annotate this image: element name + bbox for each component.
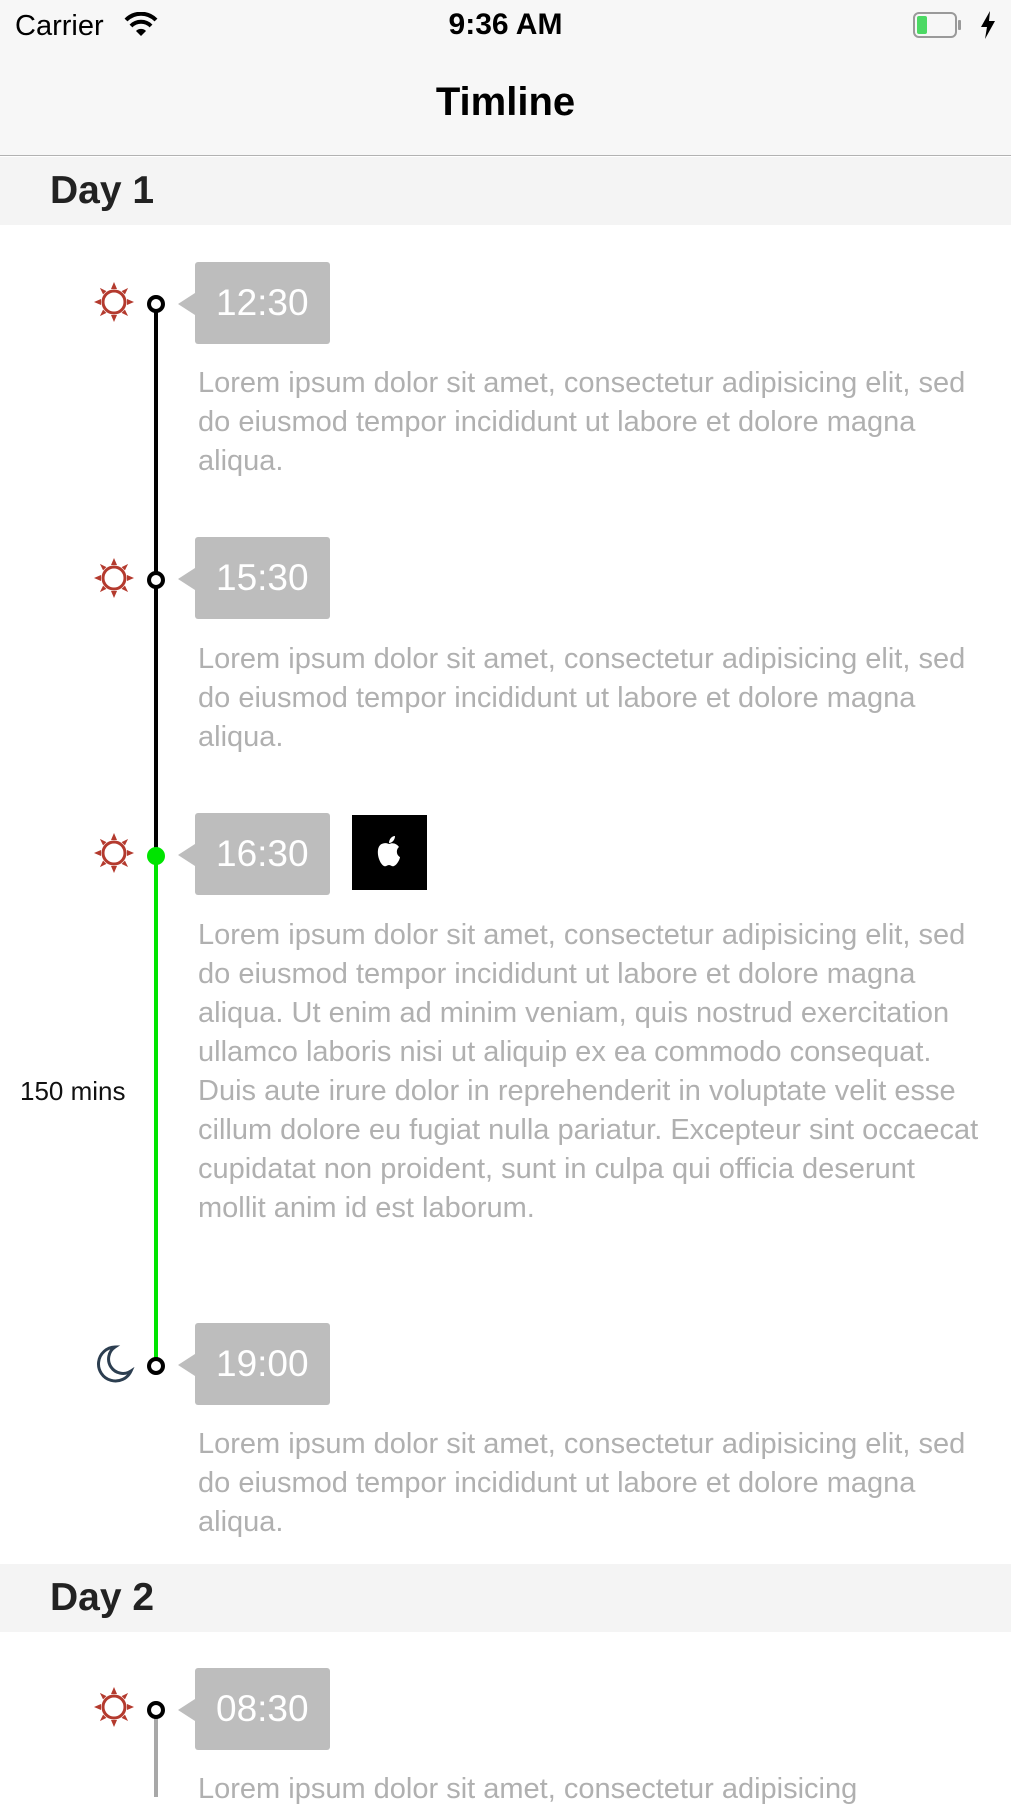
section-header-day-2: Day 2 bbox=[0, 1564, 1011, 1632]
battery-icon bbox=[913, 12, 961, 38]
time-badge: 16:30 bbox=[178, 813, 330, 895]
timeline-point bbox=[147, 571, 165, 589]
section-title: Day 2 bbox=[50, 1576, 155, 1619]
timeline-point-active bbox=[147, 847, 165, 865]
event-description: Lorem ipsum dolor sit amet, consectetur … bbox=[198, 367, 966, 477]
event-description: Lorem ipsum dolor sit amet, consectetur … bbox=[198, 1428, 966, 1538]
event-description: Lorem ipsum dolor sit amet, consectetur … bbox=[198, 1773, 858, 1805]
sun-icon bbox=[94, 558, 134, 598]
status-bar: Carrier 9:36 AM bbox=[0, 0, 1011, 50]
status-time: 9:36 AM bbox=[448, 8, 563, 41]
timeline-line-active bbox=[154, 854, 158, 1364]
sun-icon bbox=[94, 1687, 134, 1727]
page-title: Timline bbox=[435, 80, 576, 124]
charging-bolt-icon bbox=[981, 11, 995, 39]
apple-icon bbox=[377, 836, 400, 867]
event-thumbnail[interactable] bbox=[352, 815, 427, 890]
time-badge: 15:30 bbox=[178, 537, 330, 619]
timeline-point bbox=[147, 295, 165, 313]
section-header-day-1: Day 1 bbox=[0, 157, 1011, 225]
duration-label: 150 mins bbox=[20, 1076, 126, 1106]
sun-icon bbox=[94, 282, 134, 322]
timeline-line bbox=[154, 1718, 158, 1797]
event-description: Lorem ipsum dolor sit amet, consectetur … bbox=[198, 643, 966, 753]
moon-icon bbox=[97, 1345, 135, 1383]
event-description: Lorem ipsum dolor sit amet, consectetur … bbox=[198, 919, 979, 1224]
navigation-bar: Timline bbox=[0, 50, 1011, 156]
timeline-point bbox=[147, 1357, 165, 1375]
time-badge: 12:30 bbox=[178, 262, 330, 344]
time-badge: 19:00 bbox=[178, 1323, 330, 1405]
timeline-point bbox=[147, 1701, 165, 1719]
section-title: Day 1 bbox=[50, 169, 155, 212]
time-badge: 08:30 bbox=[178, 1668, 330, 1750]
sun-icon bbox=[94, 833, 134, 873]
